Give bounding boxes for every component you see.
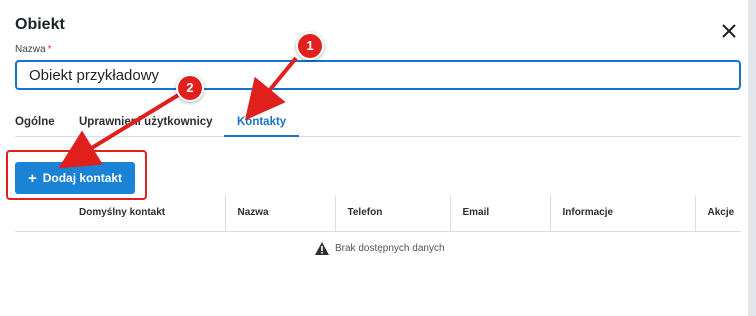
annotation-arrow-2 [58, 92, 182, 169]
annotation-badge-2: 2 [176, 74, 204, 102]
annotation-arrow-1 [244, 56, 298, 121]
annotation-badge-1: 1 [296, 32, 324, 60]
annotation-arrows [58, 56, 298, 169]
contact-object-dialog: Obiekt Nazwa* Ogólne Uprawnieni użytkown… [0, 0, 756, 316]
